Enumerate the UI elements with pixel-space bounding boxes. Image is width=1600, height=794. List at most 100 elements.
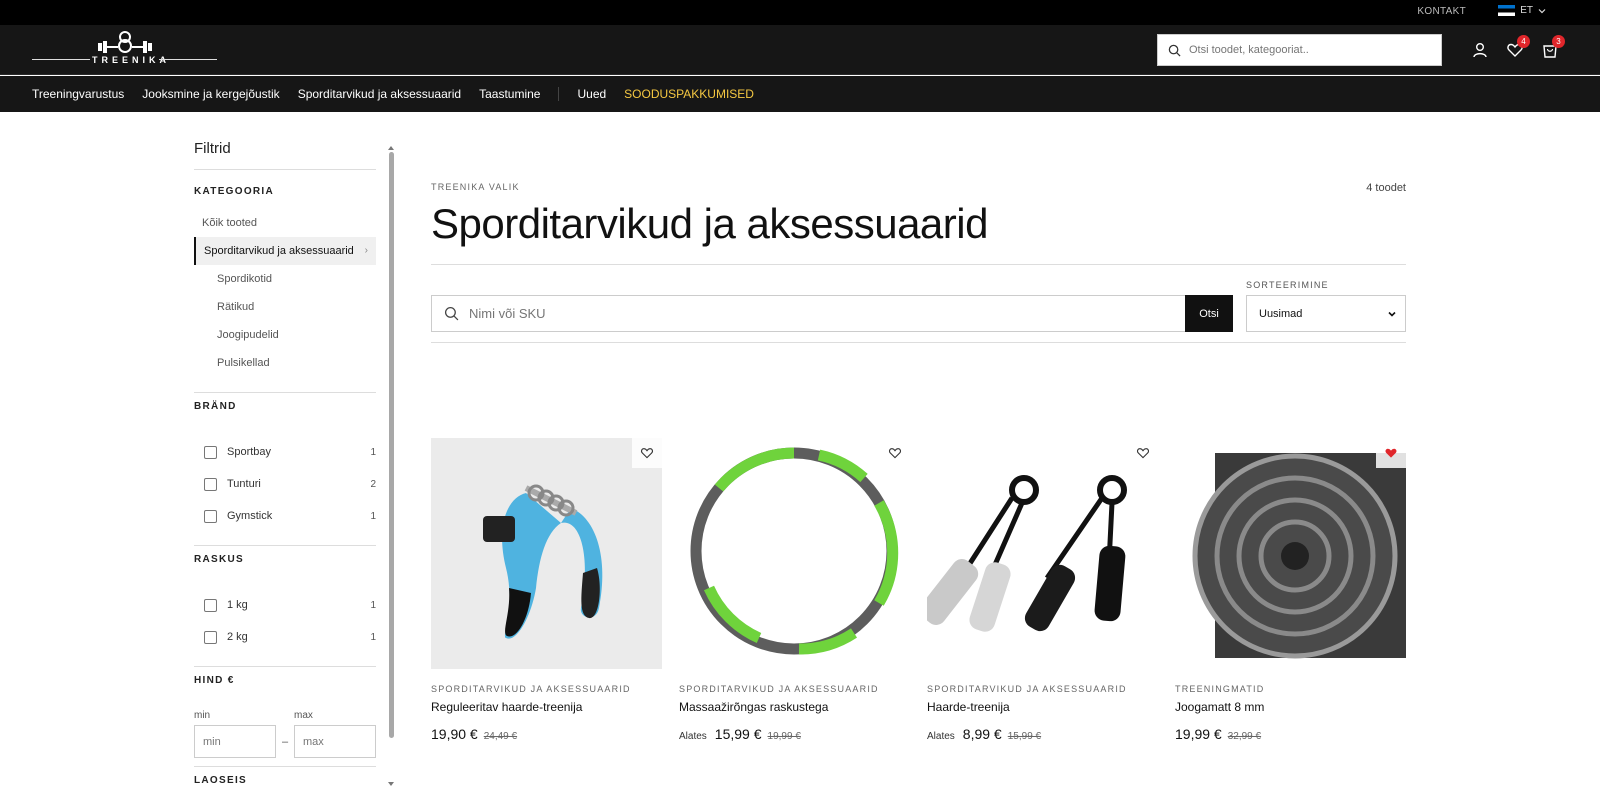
product-listing-main: TREENIKA VALIK 4 toodet Sporditarvikud j… (431, 182, 1406, 343)
category-all-products[interactable]: Kõik tooted (194, 209, 376, 237)
cart-count-badge: 3 (1552, 35, 1565, 48)
brand-count: 2 (370, 478, 376, 490)
wishlist-toggle[interactable] (1128, 438, 1158, 468)
product-name[interactable]: Haarde-treenija (927, 700, 1158, 714)
logo-line-right (159, 59, 217, 60)
nav-item-sporditarvikud[interactable]: Sporditarvikud ja aksessuaarid (298, 87, 461, 101)
product-name[interactable]: Joogamatt 8 mm (1175, 700, 1406, 714)
price-min-input[interactable] (194, 725, 276, 758)
hand-grip-trainer-image (431, 438, 662, 669)
language-selector[interactable]: ET (1498, 5, 1546, 16)
checkbox[interactable] (204, 598, 217, 612)
product-image[interactable] (927, 438, 1158, 669)
product-search[interactable] (431, 295, 1232, 332)
wishlist-button[interactable]: 4 (1506, 35, 1530, 59)
wishlist-toggle[interactable] (880, 438, 910, 468)
weight-label: 1 kg (227, 599, 248, 611)
price-range-labels: min max (194, 710, 376, 721)
wishlist-toggle[interactable] (632, 438, 662, 468)
account-button[interactable] (1471, 41, 1489, 59)
product-name[interactable]: Reguleeritav haarde-treenija (431, 700, 662, 714)
nav-item-uued[interactable]: Uued (577, 87, 606, 101)
sort-select[interactable]: Uusimad (1246, 295, 1406, 332)
user-icon (1473, 43, 1487, 58)
nav-item-taastumine[interactable]: Taastumine (479, 87, 540, 101)
wishlist-count-badge: 4 (1517, 35, 1530, 48)
nav-item-sooduspakkumised[interactable]: SOODUSPAKKUMISED (624, 87, 754, 101)
brand-filter-sportbay[interactable]: Sportbay 1 (194, 436, 376, 468)
price-heading: HIND € (194, 675, 235, 686)
scroll-down-arrow[interactable] (388, 782, 394, 786)
category-active[interactable]: Sporditarvikud ja aksessuaarid › (194, 237, 376, 265)
wishlist-toggle-active[interactable] (1376, 438, 1406, 468)
language-code: ET (1520, 5, 1533, 16)
price-from-label: Alates (679, 731, 707, 742)
weight-filter-1kg[interactable]: 1 kg 1 (194, 589, 376, 621)
treenika-logo[interactable]: TREENIKA (32, 31, 217, 71)
subcategory-pulsikellad[interactable]: Pulsikellad (194, 349, 376, 377)
product-image[interactable] (1175, 438, 1406, 669)
category-list: Kõik tooted Sporditarvikud ja aksessuaar… (194, 209, 376, 377)
checkbox[interactable] (204, 509, 217, 523)
search-icon (1168, 44, 1181, 57)
product-old-price: 32,99 € (1227, 731, 1262, 742)
header-search[interactable] (1157, 34, 1442, 66)
product-category: SPORDITARVIKUD JA AKSESSUAARID (431, 684, 631, 694)
nav-item-treeningvarustus[interactable]: Treeningvarustus (32, 87, 124, 101)
product-old-price: 15,99 € (1007, 731, 1042, 742)
brand-count: 1 (370, 446, 376, 458)
product-image[interactable] (679, 438, 910, 669)
nav-divider (558, 87, 560, 101)
product-card[interactable]: TREENINGMATID Joogamatt 8 mm 19,99 € 32,… (1175, 438, 1406, 742)
contact-link[interactable]: KONTAKT (1417, 6, 1466, 17)
header-search-input[interactable] (1189, 44, 1419, 56)
checkbox[interactable] (204, 630, 217, 644)
category-active-label: Sporditarvikud ja aksessuaarid (204, 245, 354, 257)
product-image[interactable] (431, 438, 662, 669)
heart-icon (1136, 448, 1150, 459)
checkbox[interactable] (204, 445, 217, 459)
product-category: SPORDITARVIKUD JA AKSESSUAARID (679, 684, 879, 694)
filters-sidebar: Filtrid KATEGOORIA Kõik tooted Sporditar… (194, 140, 376, 786)
product-price: 19,90 € (431, 726, 478, 742)
product-prices: 19,90 € 24,49 € (431, 726, 662, 742)
nav-item-jooksmine[interactable]: Jooksmine ja kergejõustik (142, 87, 279, 101)
kettlebell-dumbbell-logo-icon (98, 31, 152, 53)
cart-button[interactable]: 3 (1541, 35, 1565, 59)
product-search-input[interactable] (469, 306, 1149, 321)
product-name[interactable]: Massaažirõngas raskustega (679, 700, 910, 714)
product-card[interactable]: SPORDITARVIKUD JA AKSESSUAARID Massaažir… (679, 438, 910, 742)
brand-filter-gymstick[interactable]: Gymstick 1 (194, 500, 376, 532)
product-old-price: 24,49 € (483, 731, 518, 742)
top-utility-bar: KONTAKT ET (0, 0, 1600, 25)
brand-label: Gymstick (227, 510, 273, 522)
divider (194, 392, 376, 393)
logo-line-left (32, 59, 90, 60)
subcategory-ratikud[interactable]: Rätikud (194, 293, 376, 321)
subcategory-spordikotid[interactable]: Spordikotid (194, 265, 376, 293)
brand-filter-tunturi[interactable]: Tunturi 2 (194, 468, 376, 500)
search-button[interactable]: Otsi (1185, 295, 1233, 332)
checkbox[interactable] (204, 477, 217, 491)
heart-icon (888, 448, 902, 459)
weight-count: 1 (370, 599, 376, 611)
max-label: max (294, 710, 313, 721)
main-navigation: Treeningvarustus Jooksmine ja kergejõust… (0, 76, 1600, 112)
subcategory-joogipudelid[interactable]: Joogipudelid (194, 321, 376, 349)
scrollbar-thumb[interactable] (389, 152, 394, 738)
heart-icon (640, 448, 654, 459)
scroll-up-arrow[interactable] (388, 146, 394, 150)
estonia-flag-icon (1498, 5, 1516, 16)
weight-filter-2kg[interactable]: 2 kg 1 (194, 621, 376, 653)
filters-title: Filtrid (194, 140, 376, 170)
product-category: TREENINGMATID (1175, 684, 1265, 694)
hula-hoop-image (679, 438, 910, 669)
site-header: TREENIKA 4 3 (0, 25, 1600, 75)
product-card[interactable]: SPORDITARVIKUD JA AKSESSUAARID Reguleeri… (431, 438, 662, 742)
price-from-label: Alates (927, 731, 955, 742)
sidebar-scrollbar[interactable] (388, 146, 394, 786)
price-max-input[interactable] (294, 725, 376, 758)
weight-label: 2 kg (227, 631, 248, 643)
stock-heading: LAOSEIS (194, 775, 247, 786)
product-card[interactable]: SPORDITARVIKUD JA AKSESSUAARID Haarde-tr… (927, 438, 1158, 742)
